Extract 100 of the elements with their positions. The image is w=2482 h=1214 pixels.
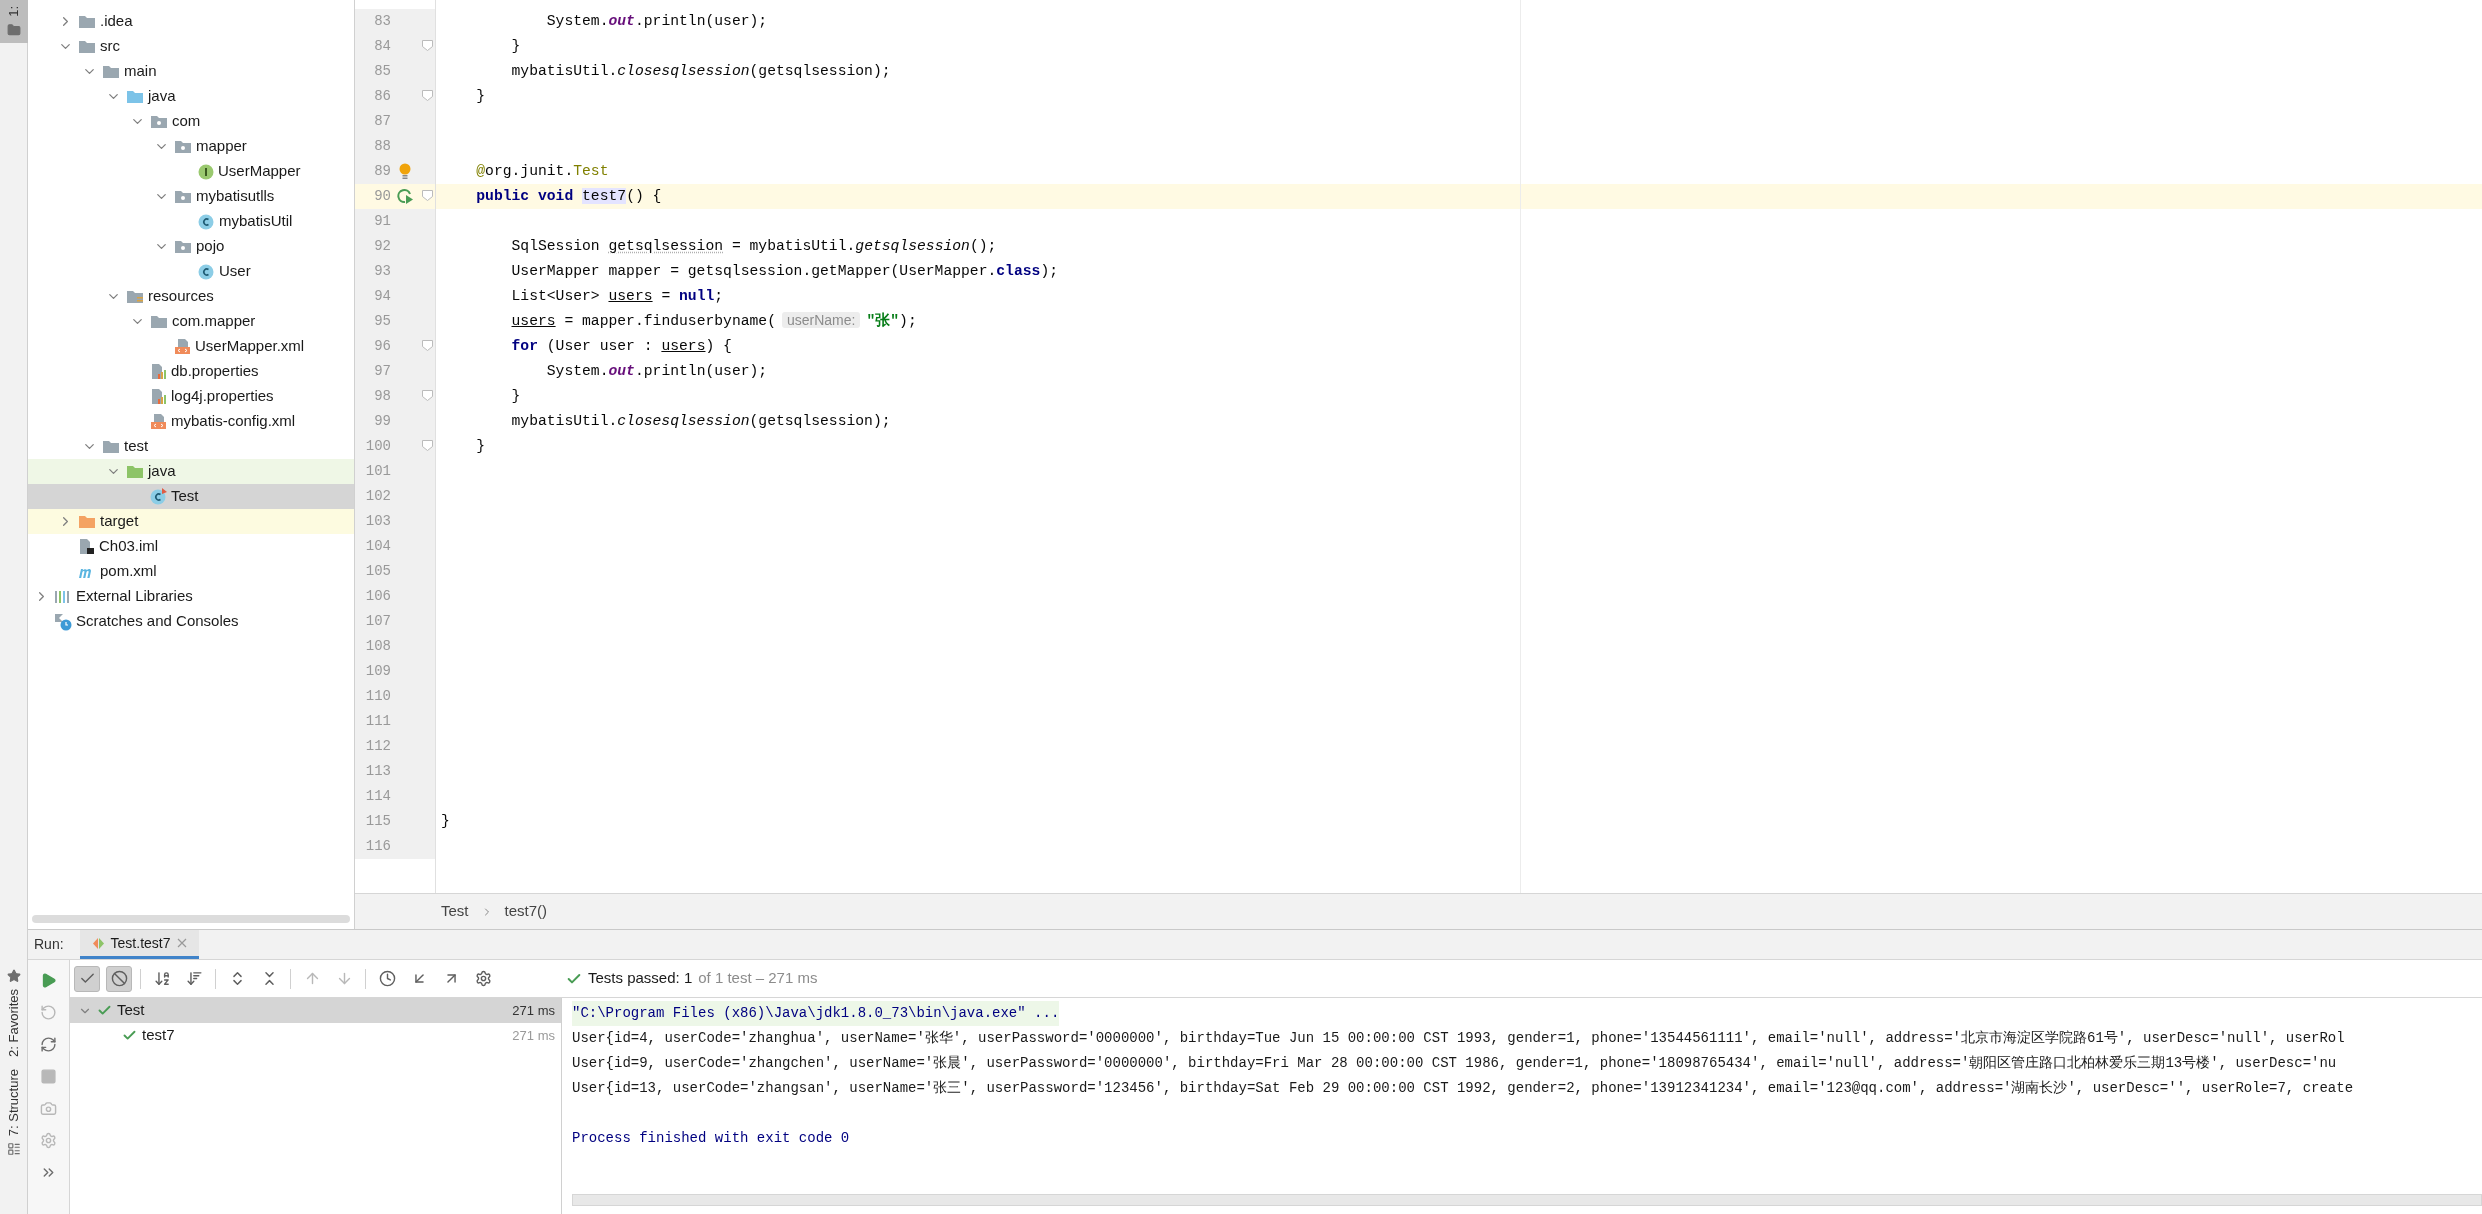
star-icon: [7, 968, 21, 983]
line-number: 101: [364, 462, 391, 481]
tree-item[interactable]: External Libraries: [28, 584, 354, 609]
tree-item[interactable]: com.mapper: [28, 309, 354, 334]
tree-item[interactable]: Ch03.iml: [28, 534, 354, 559]
line-number: 105: [364, 562, 391, 581]
console-line: User{id=4, userCode='zhanghua', userName='张华', userPassword='0000000', birthday=Tue Jun 15 00:00:00 CST 1993, gender=1, phone='13544561111', email='null', address='北京市海淀区学院路61号', userDesc='null', userRol: [572, 1029, 2346, 1048]
package-icon: [174, 139, 192, 154]
interface-icon: [198, 163, 214, 180]
tree-item[interactable]: java: [28, 459, 354, 484]
fold-icon[interactable]: [421, 89, 433, 101]
tree-item[interactable]: log4j.properties: [28, 384, 354, 409]
tree-item[interactable]: mybatisutlls: [28, 184, 354, 209]
sort-alpha-icon[interactable]: [153, 970, 171, 987]
class-icon: [198, 213, 215, 230]
breadcrumb[interactable]: test7(): [504, 900, 548, 923]
tree-item[interactable]: User: [28, 259, 354, 284]
tree-item[interactable]: test: [28, 434, 354, 459]
code-line: public void test7() {: [475, 187, 662, 207]
tree-item[interactable]: target: [28, 509, 354, 534]
tree-item[interactable]: java: [28, 84, 354, 109]
line-number: 106: [364, 587, 391, 606]
tree-item[interactable]: mybatisUtil: [28, 209, 354, 234]
line-number: 115: [364, 812, 391, 831]
lightbulb-icon[interactable]: [399, 163, 411, 180]
tree-item[interactable]: com: [28, 109, 354, 134]
tree-item[interactable]: mapper: [28, 134, 354, 159]
line-number: 107: [364, 612, 391, 631]
test-row[interactable]: Test 271 ms: [70, 998, 561, 1023]
sort-icon[interactable]: [185, 970, 203, 987]
test-row[interactable]: test7 271 ms: [70, 1023, 561, 1048]
test-class-icon: [150, 488, 167, 505]
horizontal-scrollbar[interactable]: [32, 915, 350, 923]
tool-window-tab[interactable]: 7: Structure: [0, 1062, 28, 1162]
tool-window-tab[interactable]: 1:: [0, 0, 28, 43]
duration-text: 271 ms: [512, 1001, 555, 1020]
tree-item[interactable]: .idea: [28, 9, 354, 34]
ban-icon: [110, 970, 128, 987]
tree-item[interactable]: Scratches and Consoles: [28, 609, 354, 634]
code-line: }: [475, 87, 486, 107]
line-number: 113: [364, 762, 391, 781]
code-line: for (User user : users) {: [510, 337, 732, 357]
console-line: Process finished with exit code 0: [572, 1129, 851, 1148]
package-icon: [174, 239, 192, 254]
clock-icon[interactable]: [378, 970, 396, 987]
tests-detail-text: of 1 test – 271 ms: [698, 968, 818, 989]
horizontal-scrollbar[interactable]: [572, 1194, 2482, 1206]
fold-icon[interactable]: [421, 439, 433, 451]
xml-file-icon: [150, 413, 167, 430]
tree-item[interactable]: db.properties: [28, 359, 354, 384]
tree-item[interactable]: main: [28, 59, 354, 84]
tree-item[interactable]: pom.xml: [28, 559, 354, 584]
duration-text: 271 ms: [512, 1026, 555, 1045]
code-line: SqlSession getsqlsession = mybatisUtil.getsqlsession();: [510, 237, 997, 257]
toolbar-button[interactable]: [74, 965, 100, 992]
line-number: 96: [373, 337, 391, 356]
tree-item[interactable]: Test: [28, 484, 354, 509]
panel-label: Run:: [34, 935, 64, 954]
toolbar-button[interactable]: [106, 965, 132, 992]
package-icon: [150, 114, 168, 129]
fold-icon[interactable]: [421, 39, 433, 51]
folder-icon: [78, 14, 96, 29]
class-icon: [198, 263, 215, 280]
tree-item[interactable]: UserMapper: [28, 159, 354, 184]
tool-window-tab[interactable]: 2: Favorites: [0, 962, 28, 1063]
folder-icon: [78, 514, 96, 529]
line-number: 87: [373, 112, 391, 131]
line-number: 109: [364, 662, 391, 681]
run-test-icon[interactable]: [396, 188, 414, 205]
tree-item[interactable]: resources: [28, 284, 354, 309]
check-icon: [122, 1028, 137, 1043]
breadcrumb[interactable]: Test: [441, 900, 469, 923]
folder-icon: [150, 314, 168, 329]
code-line: }: [510, 387, 521, 407]
line-number: 100: [364, 437, 391, 456]
refresh-icon[interactable]: [40, 1036, 57, 1053]
fold-icon[interactable]: [421, 389, 433, 401]
code-line: System.out.println(user);: [545, 362, 768, 382]
tree-item[interactable]: UserMapper.xml: [28, 334, 354, 359]
fold-icon[interactable]: [421, 189, 433, 201]
tree-item[interactable]: pojo: [28, 234, 354, 259]
code-line: UserMapper mapper = getsqlsession.getMapper(UserMapper.class);: [510, 262, 1058, 282]
line-number: 114: [364, 787, 391, 806]
code-line: }: [510, 37, 521, 57]
code-line: }: [441, 812, 450, 832]
folder-icon: [102, 439, 120, 454]
settings-icon[interactable]: [474, 970, 492, 987]
line-number: 99: [373, 412, 391, 431]
tree-item[interactable]: mybatis-config.xml: [28, 409, 354, 434]
run-icon[interactable]: [40, 972, 57, 989]
tests-passed-text: Tests passed: 1: [588, 968, 693, 989]
resources-folder-icon: [126, 289, 144, 304]
close-icon[interactable]: [176, 938, 187, 948]
folder-icon: [126, 89, 144, 104]
fold-icon[interactable]: [421, 339, 433, 351]
tree-item[interactable]: src: [28, 34, 354, 59]
line-number: 84: [373, 37, 391, 56]
package-icon: [174, 189, 192, 204]
run-tab[interactable]: Test.test7: [79, 930, 199, 959]
line-number: 104: [364, 537, 391, 556]
